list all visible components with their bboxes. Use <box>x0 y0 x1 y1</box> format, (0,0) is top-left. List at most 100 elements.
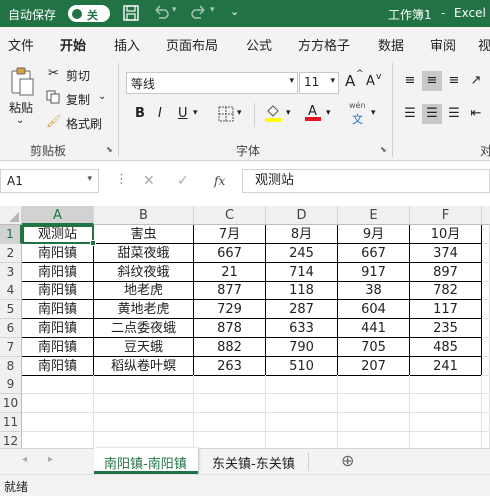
table-cell[interactable]: 263 <box>194 356 266 376</box>
tab-file[interactable]: 文件 <box>8 35 34 54</box>
table-cell[interactable] <box>482 413 490 432</box>
phonetic-top[interactable]: wén <box>349 101 366 110</box>
table-cell[interactable]: 南阳镇 <box>22 319 94 338</box>
column-header-g[interactable] <box>482 206 490 225</box>
table-cell[interactable]: 714 <box>266 262 338 282</box>
table-cell[interactable]: 790 <box>266 337 338 357</box>
fill-color-icon[interactable] <box>264 103 282 126</box>
font-size-select[interactable]: 11 ▾ <box>299 72 339 94</box>
table-cell[interactable]: 南阳镇 <box>22 356 94 376</box>
row-header-1[interactable]: 1 <box>0 225 22 244</box>
enter-icon[interactable]: ✓ <box>177 173 189 189</box>
table-cell[interactable] <box>22 375 94 395</box>
table-cell[interactable]: 南阳镇 <box>22 262 94 282</box>
align-center-icon[interactable]: ☰ <box>422 104 442 124</box>
undo-icon[interactable] <box>152 3 170 24</box>
table-cell[interactable]: 二点委夜蛾 <box>94 319 194 338</box>
tab-view[interactable]: 视 <box>478 35 490 54</box>
header-cell[interactable]: 8月 <box>266 225 338 244</box>
align-top-icon[interactable]: ≡ <box>400 71 420 91</box>
bold-button[interactable]: B <box>135 106 145 121</box>
column-header-e[interactable]: E <box>338 206 410 225</box>
borders-icon[interactable] <box>218 106 234 125</box>
undo-dropdown-icon[interactable]: ▾ <box>172 5 177 15</box>
row-header-11[interactable]: 11 <box>0 413 22 432</box>
font-color-icon[interactable]: A <box>304 102 322 125</box>
table-cell[interactable] <box>266 375 338 395</box>
table-cell[interactable] <box>482 319 490 338</box>
table-cell[interactable]: 118 <box>266 281 338 301</box>
table-cell[interactable] <box>482 375 490 395</box>
tab-fangfang[interactable]: 方方格子 <box>298 35 350 54</box>
table-cell[interactable] <box>482 281 490 301</box>
table-cell[interactable]: 485 <box>410 337 482 357</box>
save-icon[interactable] <box>122 4 140 25</box>
table-cell[interactable] <box>482 337 490 357</box>
align-left-icon[interactable]: ☰ <box>400 104 420 124</box>
header-cell[interactable]: 害虫 <box>94 225 194 244</box>
row-header-8[interactable]: 8 <box>0 356 22 376</box>
autosave-toggle[interactable]: 关 <box>68 5 110 22</box>
header-cell[interactable]: 7月 <box>194 225 266 244</box>
table-cell[interactable]: 南阳镇 <box>22 281 94 301</box>
column-header-f[interactable]: F <box>410 206 482 225</box>
table-cell[interactable] <box>94 375 194 395</box>
font-color-dropdown-icon[interactable]: ▾ <box>326 108 331 118</box>
tab-page-layout[interactable]: 页面布局 <box>166 35 218 54</box>
column-header-c[interactable]: C <box>194 206 266 225</box>
table-cell[interactable]: 207 <box>338 356 410 376</box>
name-box[interactable]: A1 ▾ <box>0 169 99 193</box>
scroll-left-icon[interactable]: ◂ <box>22 454 27 465</box>
paste-button[interactable]: 粘贴 <box>9 99 33 116</box>
table-cell[interactable]: 705 <box>338 337 410 357</box>
indent-icon[interactable]: ⇤ <box>466 104 486 124</box>
table-cell[interactable]: 729 <box>194 300 266 320</box>
table-cell[interactable]: 633 <box>266 319 338 338</box>
table-cell[interactable]: 287 <box>266 300 338 320</box>
align-middle-icon[interactable]: ≡ <box>422 71 442 91</box>
underline-button[interactable]: U <box>178 106 188 121</box>
table-cell[interactable] <box>266 413 338 432</box>
redo-dropdown-icon[interactable]: ▾ <box>210 5 215 15</box>
column-header-a[interactable]: A <box>22 206 94 225</box>
table-cell[interactable]: 地老虎 <box>94 281 194 301</box>
table-cell[interactable] <box>22 413 94 432</box>
table-cell[interactable] <box>338 375 410 395</box>
table-cell[interactable]: 南阳镇 <box>22 243 94 263</box>
table-cell[interactable]: 21 <box>194 262 266 282</box>
header-cell[interactable]: 10月 <box>410 225 482 244</box>
table-cell[interactable]: 877 <box>194 281 266 301</box>
table-cell[interactable] <box>194 375 266 395</box>
fill-handle[interactable] <box>90 239 96 246</box>
table-cell[interactable] <box>22 394 94 414</box>
table-cell[interactable]: 235 <box>410 319 482 338</box>
row-header-4[interactable]: 4 <box>0 281 22 301</box>
table-cell[interactable] <box>266 394 338 414</box>
row-header-3[interactable]: 3 <box>0 262 22 282</box>
table-cell[interactable] <box>410 431 482 448</box>
underline-dropdown-icon[interactable]: ▾ <box>193 108 198 118</box>
table-cell[interactable]: 374 <box>410 243 482 263</box>
add-sheet-icon[interactable]: ⊕ <box>341 451 354 470</box>
table-cell[interactable]: 甜菜夜蛾 <box>94 243 194 263</box>
tab-formulas[interactable]: 公式 <box>246 35 272 54</box>
select-all-corner[interactable] <box>0 206 22 225</box>
table-cell[interactable]: 878 <box>194 319 266 338</box>
clipboard-launcher-icon[interactable]: ⬊ <box>106 145 113 154</box>
table-cell[interactable] <box>482 431 490 448</box>
table-cell[interactable] <box>22 431 94 448</box>
formula-input[interactable]: 观测站 <box>242 169 490 193</box>
table-cell[interactable]: 245 <box>266 243 338 263</box>
table-cell[interactable] <box>410 375 482 395</box>
cancel-icon[interactable]: ✕ <box>143 173 155 189</box>
increase-font-size-button[interactable]: A <box>345 72 355 90</box>
header-cell[interactable]: 9月 <box>338 225 410 244</box>
decrease-font-size-button[interactable]: A <box>366 74 375 89</box>
table-cell[interactable]: 917 <box>338 262 410 282</box>
copy-dropdown-icon[interactable]: ⌄ <box>98 91 106 102</box>
font-launcher-icon[interactable]: ⬊ <box>380 145 387 154</box>
sheet-tab[interactable]: 东关镇-东关镇 <box>212 453 295 472</box>
table-cell[interactable] <box>338 431 410 448</box>
table-cell[interactable]: 510 <box>266 356 338 376</box>
insert-function-button[interactable]: fx <box>214 174 225 188</box>
